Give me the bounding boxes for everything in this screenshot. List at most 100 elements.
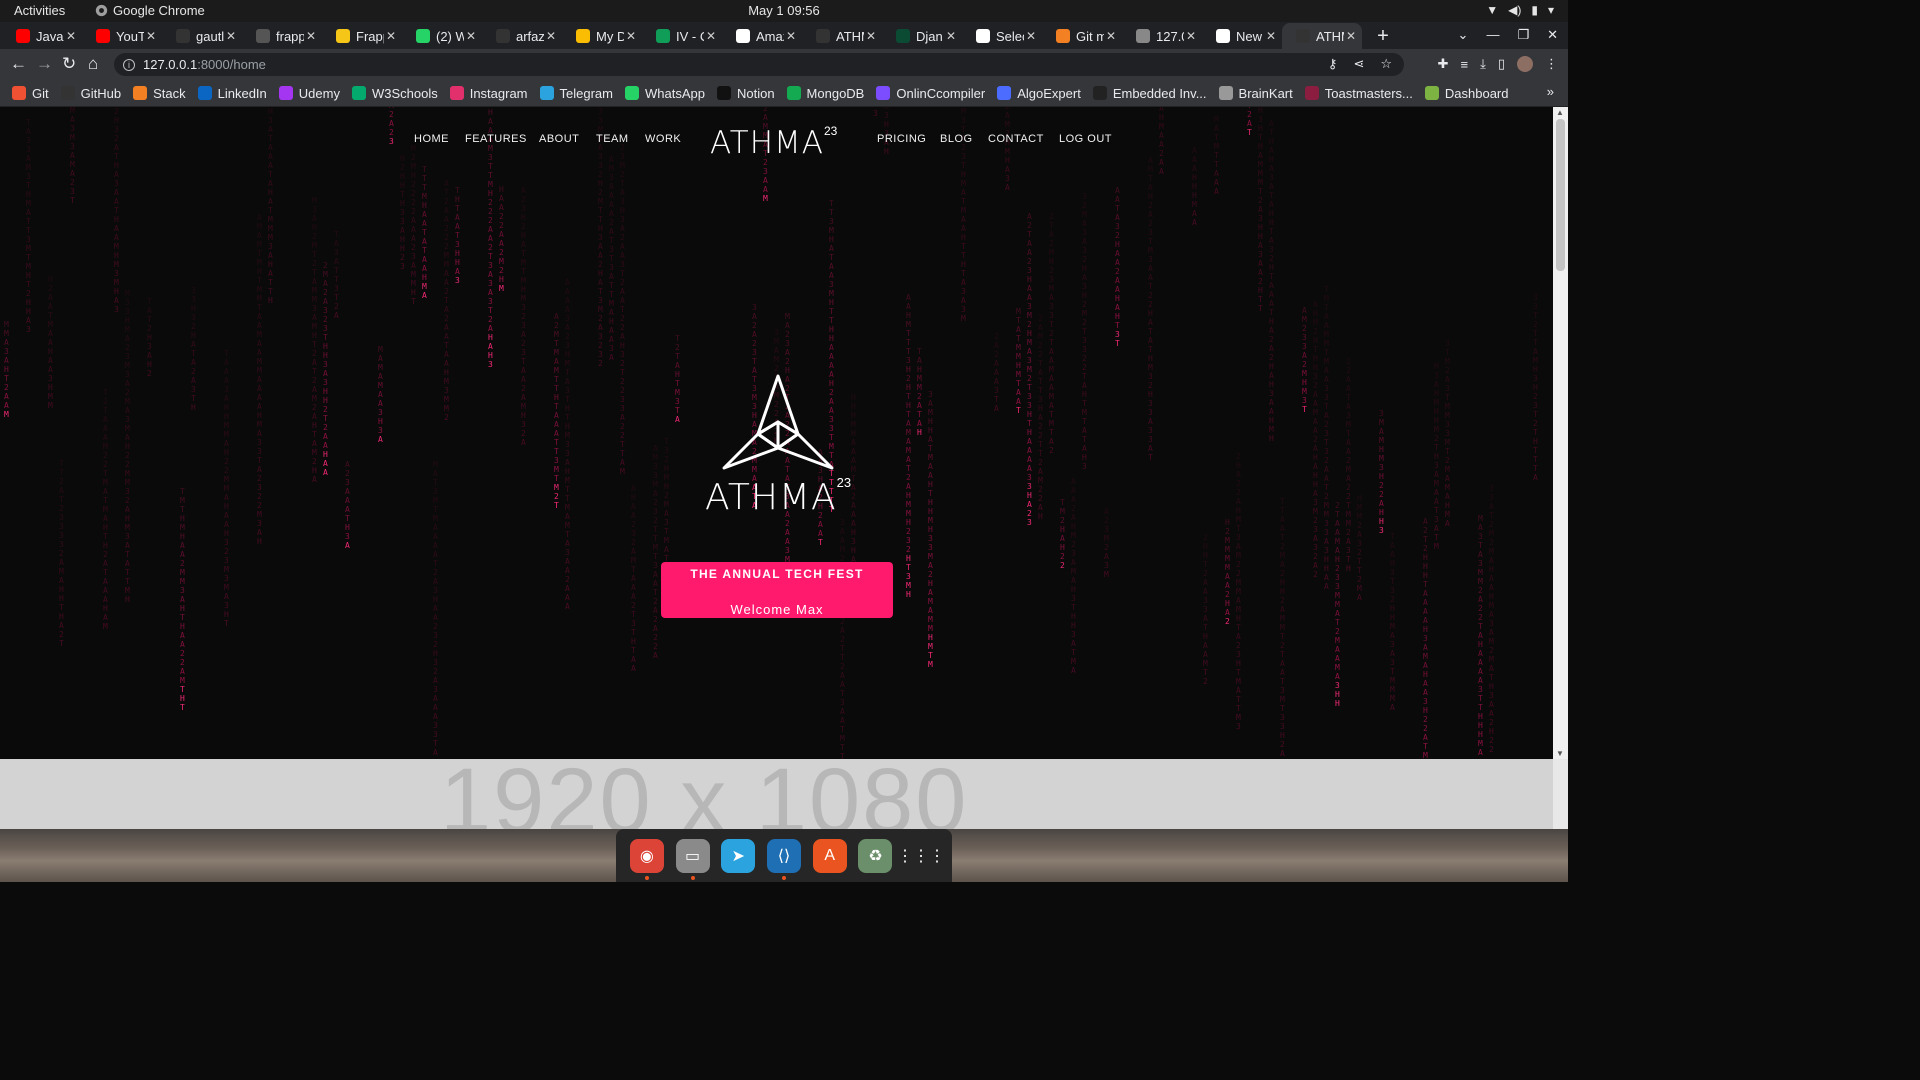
- outer-scrollbar[interactable]: [1553, 759, 1568, 829]
- close-tab-icon[interactable]: ✕: [1184, 29, 1198, 43]
- back-icon[interactable]: ←: [10, 54, 27, 74]
- bookmark-item[interactable]: Notion: [716, 86, 775, 101]
- software-store-icon[interactable]: A: [812, 838, 847, 873]
- telegram-icon[interactable]: ➤: [721, 838, 756, 873]
- scroll-up-icon[interactable]: ▲: [1556, 108, 1564, 117]
- close-tab-icon[interactable]: ✕: [1344, 29, 1358, 43]
- bookmark-label: Telegram: [559, 85, 613, 101]
- page-viewport: MMA3AHT2AAMTA33AM3THMATT3MTMHT2HHA3H2AAT…: [0, 107, 1553, 759]
- reading-list-icon[interactable]: ≡: [1461, 57, 1469, 72]
- tab-label: Git m: [1076, 28, 1104, 44]
- browser-tab[interactable]: Frapp✕: [322, 23, 402, 49]
- reload-icon[interactable]: ↻: [62, 54, 76, 74]
- close-window-icon[interactable]: ✕: [1547, 27, 1558, 43]
- browser-tab[interactable]: My D ✕: [562, 23, 642, 49]
- chrome-icon[interactable]: ◉: [629, 838, 664, 880]
- browser-tab[interactable]: Amaz✕: [722, 23, 802, 49]
- browser-tab[interactable]: 127.0✕: [1122, 23, 1202, 49]
- bookmark-item[interactable]: Embedded Inv...: [1092, 86, 1207, 101]
- address-bar[interactable]: i 127.0.0.1:8000/home ⚷ ⋖ ☆: [114, 53, 1404, 76]
- scrollbar-thumb[interactable]: [1556, 119, 1565, 271]
- profile-avatar[interactable]: [1517, 56, 1533, 72]
- chrome-icon: [95, 4, 108, 17]
- new-tab-button[interactable]: +: [1368, 23, 1398, 49]
- annual-tech-fest-banner[interactable]: THE ANNUAL TECH FEST Welcome Max: [661, 562, 893, 618]
- browser-tab[interactable]: Djan ✕: [882, 23, 962, 49]
- chrome-icon: [976, 29, 990, 43]
- download-icon[interactable]: ⤓: [1480, 56, 1486, 72]
- browser-tab[interactable]: Git m ✕: [1042, 23, 1122, 49]
- bookmark-item[interactable]: MongoDB: [786, 86, 864, 101]
- bookmark-item[interactable]: Udemy: [278, 86, 340, 101]
- password-key-icon[interactable]: ⚷: [1328, 56, 1338, 72]
- github-icon: [496, 29, 510, 43]
- browser-tab[interactable]: gautl ✕: [162, 23, 242, 49]
- window-controls: ⌄ — ❐ ✕: [1458, 27, 1558, 43]
- tab-search-icon[interactable]: ⌄: [1458, 27, 1469, 43]
- browser-tab[interactable]: JavaS✕: [2, 23, 82, 49]
- browser-tab[interactable]: (2) W ✕: [402, 23, 482, 49]
- close-tab-icon[interactable]: ✕: [144, 29, 158, 43]
- share-icon[interactable]: ⋖: [1353, 56, 1364, 72]
- close-tab-icon[interactable]: ✕: [864, 29, 878, 43]
- close-tab-icon[interactable]: ✕: [1024, 29, 1038, 43]
- browser-tab[interactable]: ATHM✕: [1282, 23, 1362, 49]
- close-tab-icon[interactable]: ✕: [944, 29, 958, 43]
- vscode-icon[interactable]: ⟨⟩: [766, 838, 801, 880]
- browser-tab[interactable]: Selec✕: [962, 23, 1042, 49]
- maximize-icon[interactable]: ❐: [1517, 27, 1529, 43]
- browser-tab[interactable]: IV - C✕: [642, 23, 722, 49]
- bookmark-item[interactable]: W3Schools: [351, 86, 438, 101]
- chrome-menu-icon[interactable]: ⋮: [1545, 56, 1558, 72]
- close-tab-icon[interactable]: ✕: [304, 29, 318, 43]
- trash-icon[interactable]: ♻: [858, 838, 893, 873]
- browser-tab[interactable]: New ✕: [1202, 23, 1282, 49]
- forward-icon[interactable]: →: [36, 54, 53, 74]
- site-info-icon[interactable]: i: [123, 58, 135, 71]
- tab-label: Amaz: [756, 28, 784, 44]
- close-tab-icon[interactable]: ✕: [1264, 29, 1278, 43]
- bookmark-item[interactable]: GitHub: [60, 86, 121, 101]
- bookmark-item[interactable]: Git: [12, 86, 49, 101]
- files-icon[interactable]: ▭: [675, 838, 710, 880]
- close-tab-icon[interactable]: ✕: [704, 29, 718, 43]
- app-menu[interactable]: Google Chrome: [95, 3, 205, 18]
- close-tab-icon[interactable]: ✕: [464, 29, 478, 43]
- browser-tab[interactable]: ATHM✕: [802, 23, 882, 49]
- bookmark-item[interactable]: Instagram: [449, 86, 528, 101]
- app-grid-icon[interactable]: ⋮⋮⋮: [897, 839, 945, 873]
- stackoverflow-icon: [1056, 29, 1070, 43]
- browser-tab[interactable]: arfaz ✕: [482, 23, 562, 49]
- minimize-icon[interactable]: —: [1486, 27, 1499, 43]
- bookmark-item[interactable]: LinkedIn: [197, 86, 267, 101]
- git-icon: [12, 86, 26, 100]
- side-panel-icon[interactable]: ▯: [1498, 56, 1505, 72]
- bookmarks-overflow-icon[interactable]: »: [1547, 84, 1554, 99]
- bookmark-item[interactable]: Stack: [133, 86, 186, 101]
- github-icon: [256, 29, 270, 43]
- extensions-puzzle-icon[interactable]: ✚: [1438, 56, 1449, 72]
- activities-button[interactable]: Activities: [14, 3, 65, 18]
- bookmark-item[interactable]: AlgoExpert: [997, 86, 1081, 101]
- browser-tab[interactable]: frapp ✕: [242, 23, 322, 49]
- system-status-area[interactable]: ▼ ◀) ▮ ▾: [1486, 3, 1554, 17]
- close-tab-icon[interactable]: ✕: [544, 29, 558, 43]
- clock[interactable]: May 1 09:56: [748, 3, 820, 18]
- bookmark-item[interactable]: BrainKart: [1218, 86, 1293, 101]
- bookmark-item[interactable]: OnlinCcompiler: [876, 86, 985, 101]
- page-scrollbar[interactable]: ▲ ▼: [1553, 107, 1568, 759]
- home-icon[interactable]: ⌂: [88, 54, 98, 74]
- bookmark-item[interactable]: Toastmasters...: [1304, 86, 1413, 101]
- close-tab-icon[interactable]: ✕: [224, 29, 238, 43]
- bookmark-item[interactable]: WhatsApp: [624, 86, 705, 101]
- bookmark-item[interactable]: Telegram: [539, 85, 613, 101]
- close-tab-icon[interactable]: ✕: [384, 29, 398, 43]
- close-tab-icon[interactable]: ✕: [1104, 29, 1118, 43]
- close-tab-icon[interactable]: ✕: [64, 29, 78, 43]
- close-tab-icon[interactable]: ✕: [624, 29, 638, 43]
- scroll-down-icon[interactable]: ▼: [1556, 749, 1564, 758]
- bookmark-item[interactable]: Dashboard: [1424, 86, 1509, 101]
- browser-tab[interactable]: YouT ✕: [82, 23, 162, 49]
- bookmark-star-icon[interactable]: ☆: [1380, 56, 1392, 72]
- close-tab-icon[interactable]: ✕: [784, 29, 798, 43]
